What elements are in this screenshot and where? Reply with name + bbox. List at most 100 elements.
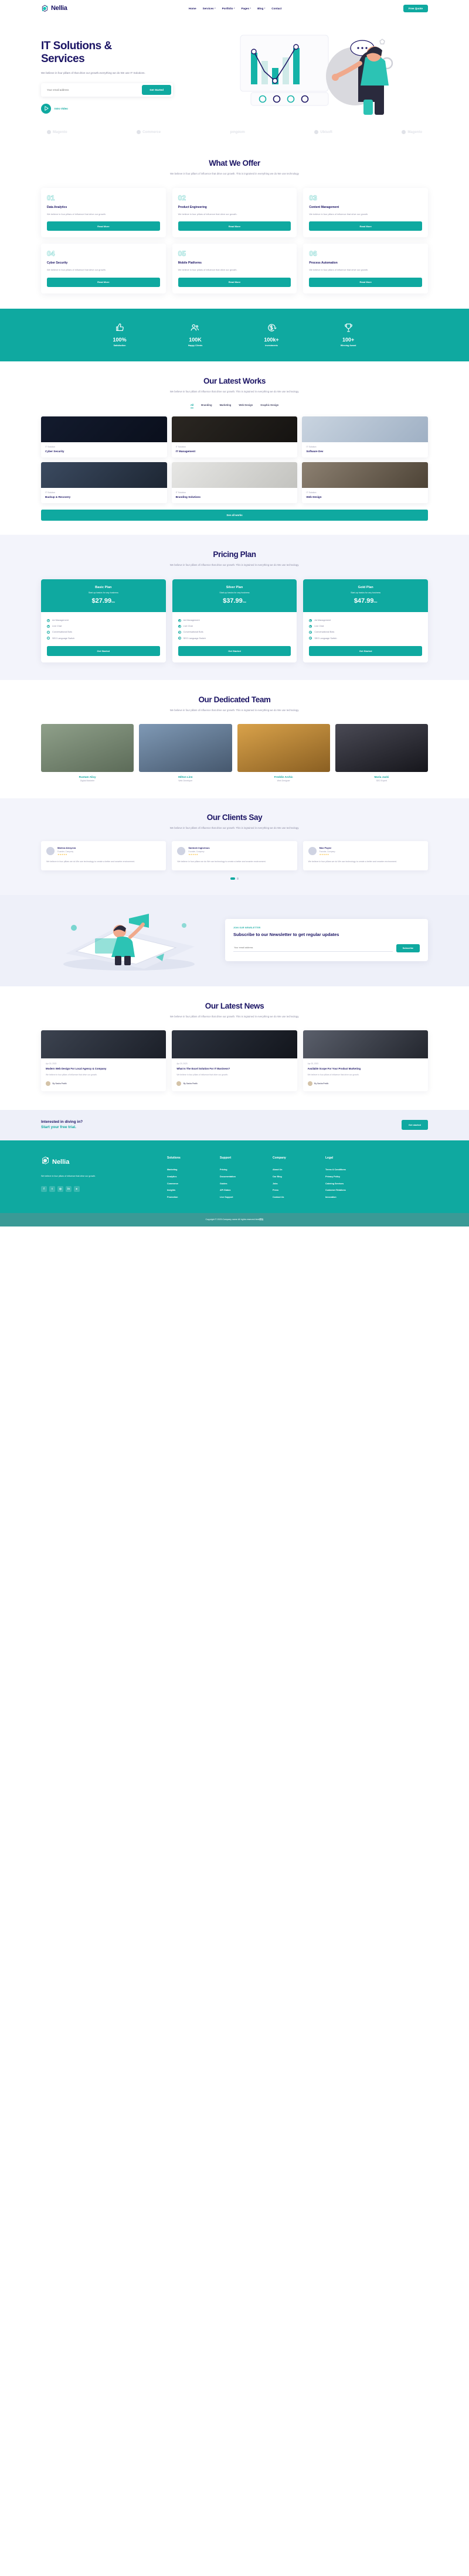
- offer-card[interactable]: 05 Mobile Platforms We believe in four p…: [172, 244, 297, 293]
- footer-link[interactable]: Innovation: [325, 1194, 366, 1201]
- nav-label: Blog: [257, 6, 264, 10]
- portfolio-item[interactable]: IT Solution Cyber Security: [41, 416, 167, 457]
- footer-link[interactable]: Our Blog: [273, 1173, 314, 1180]
- filter-branding[interactable]: Branding: [201, 404, 212, 408]
- offer-card[interactable]: 03 Content Management We believe in four…: [303, 188, 428, 238]
- nav-item-pages[interactable]: Pages ▾: [242, 7, 252, 10]
- testimonial-author: Max Payne: [319, 846, 332, 850]
- footer-link[interactable]: Press: [273, 1187, 314, 1194]
- read-more-button[interactable]: Read More: [47, 221, 160, 231]
- portfolio-item[interactable]: IT Solution Web Design: [302, 462, 428, 503]
- footer-link[interactable]: Documentation: [220, 1173, 261, 1180]
- nav-item-home[interactable]: Home: [189, 7, 196, 10]
- hero-email-input[interactable]: [43, 85, 140, 94]
- blog-post-card[interactable]: Apr 25, 2023 Available Scope For Your Pr…: [303, 1030, 428, 1091]
- footer-link[interactable]: Live Support: [220, 1194, 261, 1201]
- check-icon: [47, 619, 50, 622]
- plan-get-started-button[interactable]: Get Started: [47, 645, 160, 656]
- facebook-icon[interactable]: f: [41, 1185, 47, 1192]
- newsletter-form: Subscribe: [233, 944, 420, 952]
- nav-item-blog[interactable]: Blog ▾: [257, 7, 265, 10]
- team-member[interactable]: Maria Jacki SEO Expert: [335, 723, 428, 782]
- site-header: Nellia Home Services ▾ Portfolio ▾ Pages ▾ …: [0, 0, 469, 16]
- footer-logo[interactable]: Nellia: [41, 1156, 155, 1168]
- youtube-icon[interactable]: ▸: [74, 1185, 80, 1192]
- footer-link[interactable]: Jobs: [273, 1180, 314, 1187]
- filter-web-design[interactable]: Web Design: [239, 404, 253, 408]
- filter-all[interactable]: All: [190, 404, 194, 408]
- twitter-icon[interactable]: t: [49, 1185, 55, 1192]
- filter-graphic-design[interactable]: Graphic Design: [260, 404, 278, 408]
- users-icon: [188, 322, 203, 334]
- blog-post-card[interactable]: Apr 20, 2023 What Is The Excel Solution …: [172, 1030, 297, 1091]
- footer-link[interactable]: Marketing: [167, 1167, 208, 1174]
- newsletter-email-input[interactable]: [233, 944, 393, 952]
- main-navigation: Home Services ▾ Portfolio ▾ Pages ▾ Blog ▾ C…: [189, 7, 282, 10]
- nav-item-portfolio[interactable]: Portfolio ▾: [222, 7, 235, 10]
- newsletter-subscribe-button[interactable]: Subscribe: [396, 944, 420, 952]
- plan-feature: Conversational Bots: [47, 629, 160, 635]
- offer-card[interactable]: 01 Data Analytics We believe in four pil…: [41, 188, 166, 238]
- free-quote-button[interactable]: Free Quote: [403, 4, 428, 12]
- carousel-dot[interactable]: [236, 877, 239, 880]
- offer-card[interactable]: 06 Process Automation We believe in four…: [303, 244, 428, 293]
- portfolio-category: IT Solution: [175, 445, 186, 448]
- hero-illustration: [217, 27, 428, 115]
- avatar: [176, 1081, 182, 1086]
- nav-item-services[interactable]: Services ▾: [203, 7, 216, 10]
- plan-tagline: Start-up basics for any business: [88, 591, 118, 594]
- member-name: Maria Jacki: [374, 775, 389, 778]
- footer-link[interactable]: API Status: [220, 1187, 261, 1194]
- portfolio-item[interactable]: IT Solution Software Dev: [302, 416, 428, 457]
- instagram-icon[interactable]: ◎: [57, 1185, 63, 1192]
- plan-name: Basic Plan: [95, 585, 112, 589]
- author-name: By Sasha Pratik: [52, 1082, 67, 1085]
- read-more-button[interactable]: Read More: [309, 277, 422, 287]
- see-all-works-button[interactable]: See all works: [41, 509, 428, 521]
- client-logo: pingdom: [230, 131, 245, 134]
- nav-item-contact[interactable]: Contact: [271, 7, 281, 10]
- brand-logo[interactable]: Nellia: [41, 5, 67, 12]
- cta-get-started-button[interactable]: Get started: [401, 1119, 428, 1130]
- hero-get-started-button[interactable]: Get Started: [142, 84, 171, 95]
- footer-link[interactable]: Promotion: [167, 1194, 208, 1201]
- plan-get-started-button[interactable]: Get Started: [178, 645, 291, 656]
- footer-link[interactable]: Insights: [167, 1187, 208, 1194]
- team-member[interactable]: Freddie Archic Web Designer: [237, 723, 330, 782]
- footer-link[interactable]: About Us: [273, 1167, 314, 1174]
- footer-link[interactable]: Catering Services: [325, 1180, 366, 1187]
- offer-description: We believe in four pillars of influence …: [178, 213, 237, 216]
- carousel-dot-active[interactable]: [230, 877, 235, 880]
- hero-subtitle: We believe in four pillars of that drive…: [41, 71, 145, 74]
- read-more-button[interactable]: Read More: [178, 221, 291, 231]
- check-icon: [178, 637, 181, 640]
- portfolio-item[interactable]: IT Solution Backup & Recovery: [41, 462, 167, 503]
- read-more-button[interactable]: Read More: [309, 221, 422, 231]
- blog-post-card[interactable]: Apr 15, 2023 Modern Web Design For Local…: [41, 1030, 166, 1091]
- play-icon[interactable]: [41, 103, 51, 114]
- team-member[interactable]: Rustam Alicy Digital Marketer: [41, 723, 134, 782]
- linkedin-icon[interactable]: in: [66, 1185, 72, 1192]
- testimonial-author: Marina Alexyeva: [57, 846, 76, 850]
- team-member[interactable]: Milton Linn Web Developer: [139, 723, 232, 782]
- footer-link[interactable]: Commerce: [167, 1180, 208, 1187]
- offer-card[interactable]: 04 Cyber Security We believe in four pil…: [41, 244, 166, 293]
- footer-link[interactable]: Privacy Policy: [325, 1173, 366, 1180]
- filter-marketing[interactable]: Marketing: [220, 404, 232, 408]
- footer-link[interactable]: Analytics: [167, 1173, 208, 1180]
- footer-link[interactable]: Customer Relations: [325, 1187, 366, 1194]
- footer-link[interactable]: Contact Us: [273, 1194, 314, 1201]
- portfolio-item[interactable]: IT Solution Branding Solutions: [171, 462, 298, 503]
- page-title: Our Latest News: [205, 1001, 264, 1010]
- plan-tagline: Start-up basics for any business: [219, 591, 250, 594]
- read-more-button[interactable]: Read More: [47, 277, 160, 287]
- portfolio-item[interactable]: IT Solution IT Management: [171, 416, 298, 457]
- intro-video-row[interactable]: Intro Video: [41, 103, 211, 114]
- read-more-button[interactable]: Read More: [178, 277, 291, 287]
- offer-card[interactable]: 02 Product Engineering We believe in fou…: [172, 188, 297, 238]
- footer-link[interactable]: Guides: [220, 1180, 261, 1187]
- plan-get-started-button[interactable]: Get Started: [309, 645, 422, 656]
- plan-price: $47.99: [354, 597, 374, 604]
- footer-link[interactable]: Pricing: [220, 1167, 261, 1174]
- footer-link[interactable]: Terms & Conditions: [325, 1167, 366, 1174]
